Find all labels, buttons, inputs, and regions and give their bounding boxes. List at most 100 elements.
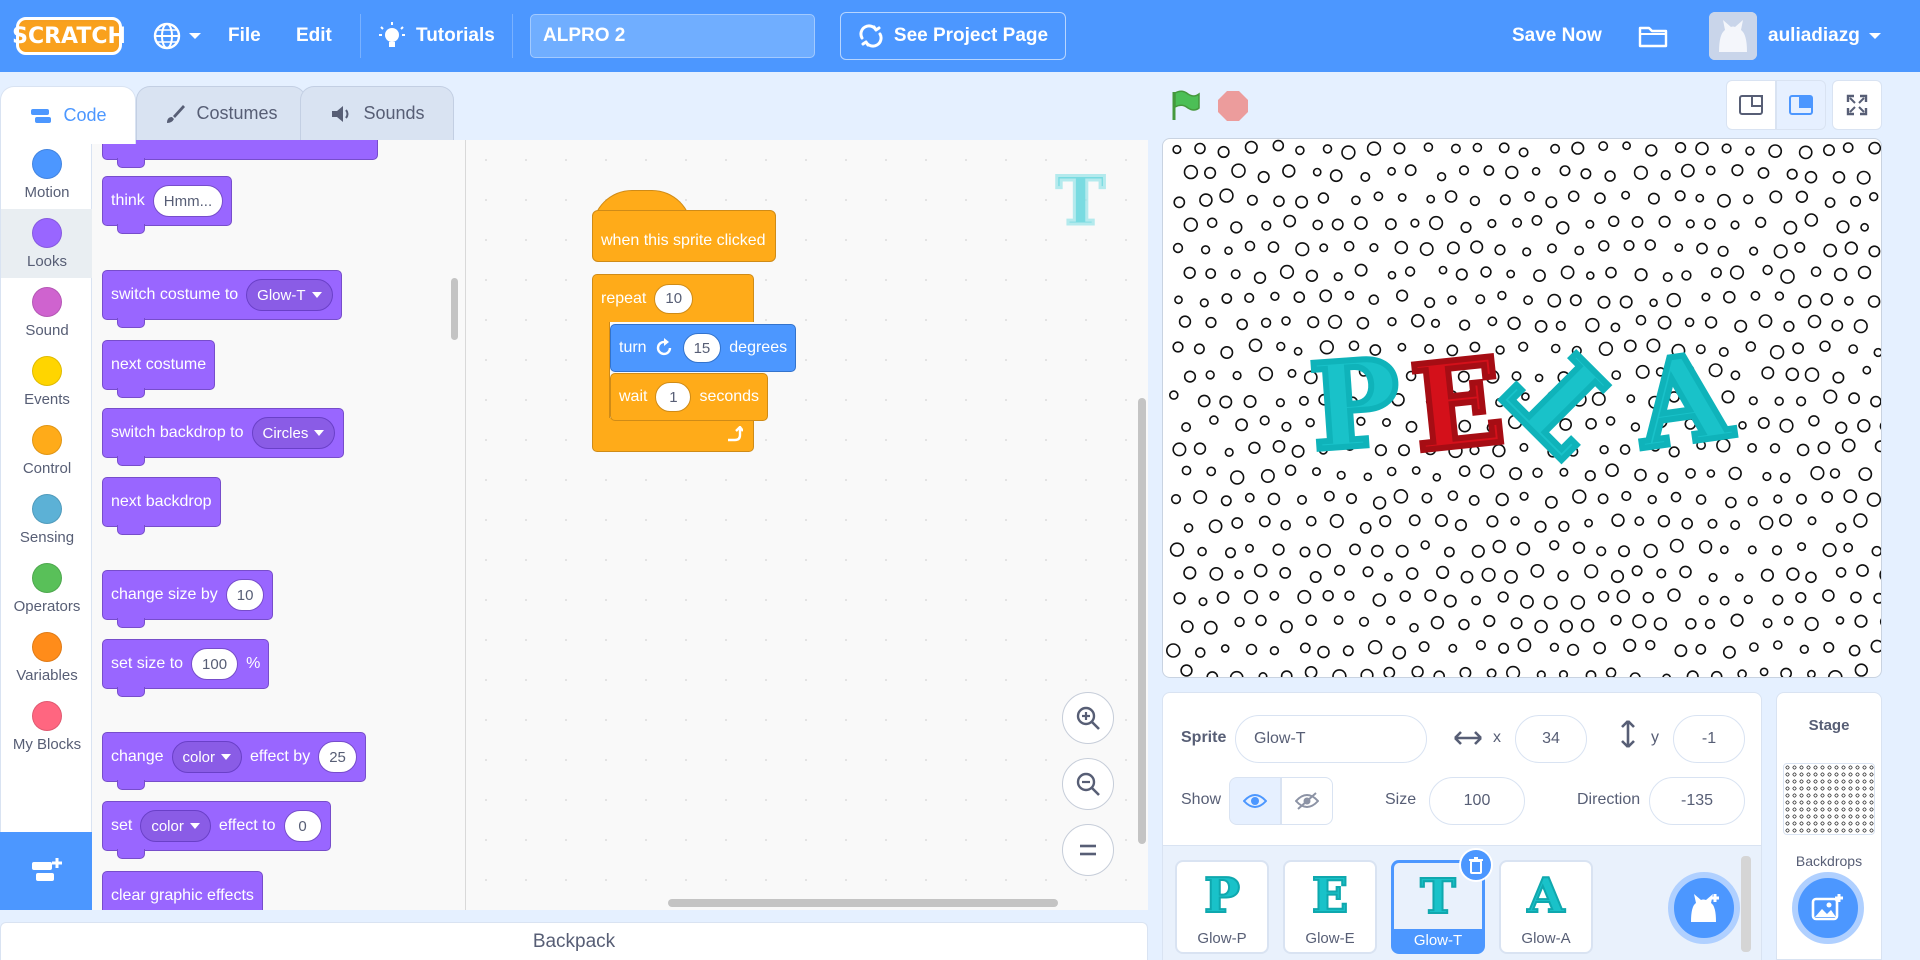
category-motion[interactable]: Motion <box>1 140 93 209</box>
backdrop-circle <box>1747 496 1758 507</box>
palette-block-set-effect[interactable]: set color effect to 0 <box>102 801 331 859</box>
tab-code[interactable]: Code <box>0 86 136 144</box>
size-input[interactable]: 100 <box>191 648 239 680</box>
think-text-input[interactable]: Hmm... <box>152 185 224 217</box>
large-stage-button[interactable] <box>1776 80 1826 130</box>
account-menu[interactable]: auliadiazg <box>1768 0 1882 72</box>
show-visible-button[interactable] <box>1229 777 1281 825</box>
backdrop-circle <box>1704 218 1716 230</box>
small-stage-button[interactable] <box>1726 80 1776 130</box>
choose-backdrop-button[interactable] <box>1792 872 1864 944</box>
sprite-thumb-glow-p[interactable]: P Glow-P <box>1175 860 1269 954</box>
sprite-thumb-glow-a[interactable]: A Glow-A <box>1499 860 1593 954</box>
palette-block-partial[interactable] <box>102 140 378 168</box>
backdrop-dropdown[interactable]: Circles <box>251 417 336 449</box>
category-variables[interactable]: Variables <box>1 623 93 692</box>
sprite-name-input[interactable]: Glow-T <box>1235 715 1427 763</box>
costume-dropdown[interactable]: Glow-T <box>246 279 333 311</box>
turn-degrees-input[interactable]: 15 <box>682 333 722 363</box>
backdrop-circle <box>1317 192 1330 204</box>
palette-block-switch-costume[interactable]: switch costume to Glow-T <box>102 270 342 328</box>
category-sound[interactable]: Sound <box>1 278 93 347</box>
palette-block-change-effect[interactable]: change color effect by 25 <box>102 732 366 790</box>
repeat-block[interactable]: repeat 10 <box>592 274 754 322</box>
file-menu[interactable]: File <box>228 0 261 72</box>
backpack[interactable]: Backpack <box>0 922 1148 960</box>
wait-seconds-input[interactable]: 1 <box>655 382 692 412</box>
category-looks[interactable]: Looks <box>1 209 93 278</box>
my-stuff-button[interactable] <box>1638 0 1668 72</box>
stage-sprite-glow-p[interactable]: P <box>1303 329 1407 480</box>
script-area[interactable]: when this sprite clicked repeat 10 turn … <box>466 140 1148 910</box>
zoom-in-button[interactable] <box>1062 692 1114 744</box>
repeat-count-input[interactable]: 10 <box>654 283 694 314</box>
sprite-thumb-glow-e[interactable]: E Glow-E <box>1283 860 1377 954</box>
zoom-out-button[interactable] <box>1062 758 1114 810</box>
backdrop-circle <box>1831 319 1844 332</box>
scratch-logo[interactable]: SCRATCH <box>12 17 126 55</box>
palette-block-think[interactable]: think Hmm... <box>102 176 233 234</box>
palette-block-set-size[interactable]: set size to 100 % <box>102 639 270 697</box>
palette-block-switch-backdrop[interactable]: switch backdrop to Circles <box>102 408 345 466</box>
y-position-input[interactable]: -1 <box>1673 715 1745 763</box>
palette-block-clear-effects[interactable]: clear graphic effects <box>102 871 263 910</box>
sprite-list-scrollbar[interactable] <box>1741 856 1751 952</box>
green-flag-button[interactable] <box>1168 88 1202 127</box>
backdrop-circle <box>1447 490 1459 502</box>
script-vertical-scrollbar[interactable] <box>1138 398 1146 844</box>
stage-sprite-glow-a[interactable]: A <box>1625 322 1741 478</box>
fullscreen-button[interactable] <box>1832 80 1882 130</box>
direction-input[interactable]: -135 <box>1649 777 1745 825</box>
script-horizontal-scrollbar[interactable] <box>668 899 1058 907</box>
backdrop-circle <box>1657 315 1672 330</box>
save-now-button[interactable]: Save Now <box>1512 0 1602 72</box>
tab-costumes[interactable]: Costumes <box>136 86 306 140</box>
backdrop-circle <box>1681 517 1694 530</box>
backdrop-circle <box>1698 540 1713 554</box>
tutorials-button[interactable]: Tutorials <box>378 0 495 72</box>
size-input[interactable]: 100 <box>1429 777 1525 825</box>
turn-block[interactable]: turn 15 degrees <box>610 324 797 372</box>
category-sensing[interactable]: Sensing <box>1 485 93 554</box>
avatar[interactable] <box>1709 12 1757 60</box>
palette-block-change-size[interactable]: change size by 10 <box>102 570 274 628</box>
delete-sprite-button[interactable] <box>1459 848 1493 882</box>
chevron-down-icon <box>221 753 232 760</box>
backdrop-circle <box>1822 589 1835 602</box>
category-my-blocks[interactable]: My Blocks <box>1 692 93 761</box>
backdrop-circle <box>1843 296 1854 306</box>
effect-value-input[interactable]: 0 <box>283 810 322 842</box>
backdrop-circle <box>1323 490 1335 502</box>
wait-block[interactable]: wait 1 seconds <box>610 373 769 421</box>
effect-amount-input[interactable]: 25 <box>318 741 357 773</box>
add-extension-button[interactable] <box>0 832 92 910</box>
when-sprite-clicked-block[interactable]: when this sprite clicked <box>592 210 776 262</box>
palette-block-next-backdrop[interactable]: next backdrop <box>102 477 221 535</box>
category-control[interactable]: Control <box>1 416 93 485</box>
backdrop-circle <box>1610 614 1622 626</box>
effect-dropdown[interactable]: color <box>171 741 243 773</box>
effect-dropdown[interactable]: color <box>140 810 211 842</box>
tab-sounds[interactable]: Sounds <box>300 86 454 140</box>
stop-button[interactable] <box>1218 91 1248 121</box>
backdrop-circle <box>1685 618 1697 630</box>
stage-canvas[interactable]: P E T A <box>1162 138 1882 678</box>
edit-menu[interactable]: Edit <box>296 0 332 72</box>
language-menu[interactable] <box>152 0 202 72</box>
zoom-reset-button[interactable] <box>1062 824 1114 876</box>
category-menu: Motion Looks Sound Events Control Sensin… <box>0 140 93 832</box>
show-hidden-button[interactable] <box>1281 777 1333 825</box>
palette-scrollbar[interactable] <box>451 278 458 340</box>
category-events[interactable]: Events <box>1 347 93 416</box>
category-operators[interactable]: Operators <box>1 554 93 623</box>
backdrop-circle <box>1208 519 1223 534</box>
see-project-page-button[interactable]: See Project Page <box>840 12 1066 60</box>
palette-block-next-costume[interactable]: next costume <box>102 340 216 398</box>
choose-sprite-button[interactable] <box>1668 872 1740 944</box>
project-title-input[interactable]: ALPRO 2 <box>530 14 815 58</box>
x-position-input[interactable]: 34 <box>1515 715 1587 763</box>
category-label: Variables <box>16 666 78 684</box>
size-change-input[interactable]: 10 <box>225 579 265 611</box>
backdrop-circle <box>1434 513 1448 527</box>
backdrop-circle <box>1444 190 1458 203</box>
